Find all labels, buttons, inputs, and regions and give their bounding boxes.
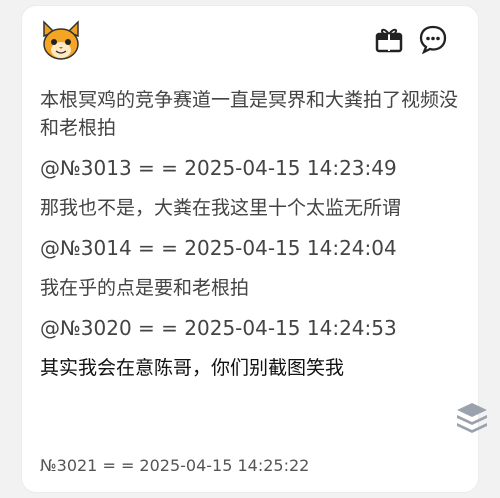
reply-reference-3013[interactable]: @№3013 = = 2025-04-15 14:23:49 — [40, 154, 460, 182]
post-line-1: 本根冥鸡的竞争赛道一直是冥界和大粪拍了视频没和老根拍 — [40, 89, 459, 139]
post-card: 本根冥鸡的竞争赛道一直是冥界和大粪拍了视频没和老根拍 @№3013 = = 20… — [22, 6, 478, 492]
cat-avatar-icon[interactable] — [40, 20, 82, 62]
gift-icon[interactable] — [374, 24, 404, 54]
comment-icon[interactable] — [418, 24, 448, 55]
reply-reference-3020[interactable]: @№3020 = = 2025-04-15 14:24:53 — [40, 314, 460, 342]
reply-reference-3014[interactable]: @№3014 = = 2025-04-15 14:24:04 — [40, 234, 460, 262]
layers-icon[interactable] — [454, 400, 490, 436]
post-content: 本根冥鸡的竞争赛道一直是冥界和大粪拍了视频没和老根拍 @№3013 = = 20… — [40, 86, 460, 394]
post-line-3: 我在乎的点是要和老根拍 — [40, 277, 250, 299]
post-line-4: 其实我会在意陈哥，你们别截图笑我 — [40, 357, 345, 379]
post-footer-timestamp: №3021 = = 2025-04-15 14:25:22 — [40, 456, 310, 475]
post-line-2: 那我也不是，大粪在我这里十个太监无所谓 — [40, 197, 402, 219]
